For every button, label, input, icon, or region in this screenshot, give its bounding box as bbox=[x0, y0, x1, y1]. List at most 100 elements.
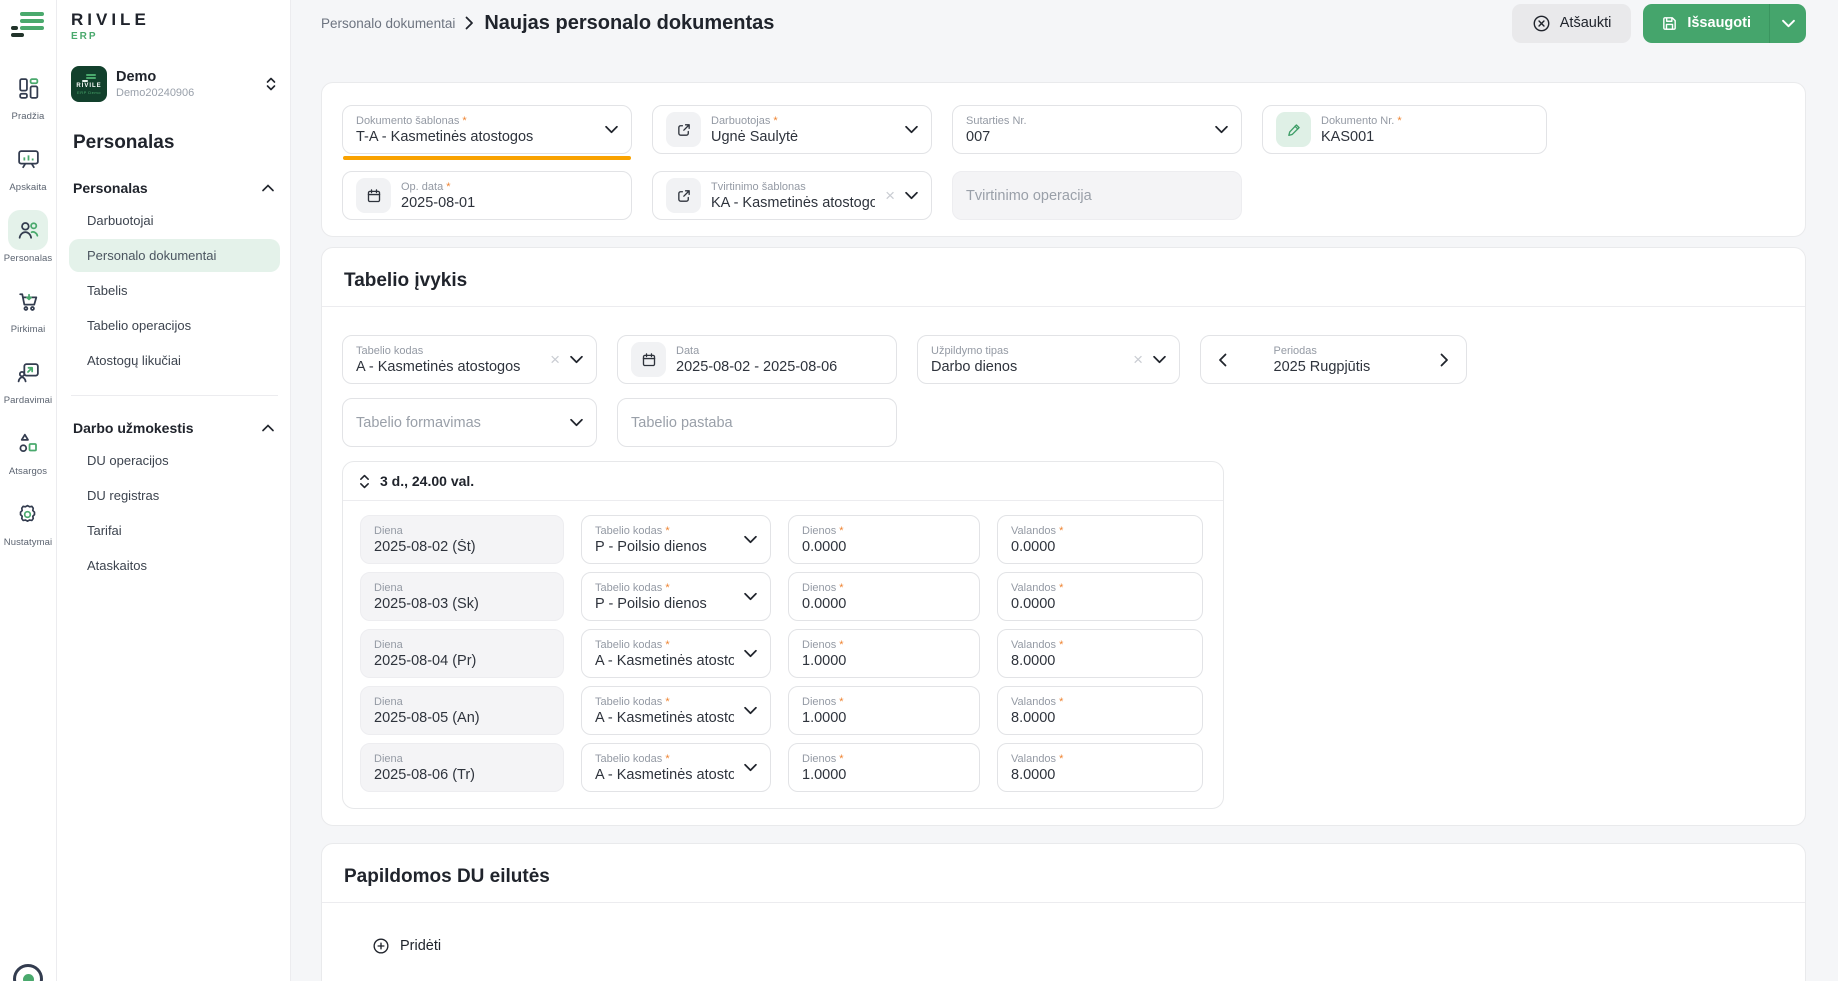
sidebar-item-personalo-dokumentai[interactable]: Personalo dokumentai bbox=[69, 239, 280, 272]
valandos-input[interactable]: Valandos8.0000 bbox=[997, 629, 1203, 678]
external-link-icon[interactable] bbox=[666, 112, 701, 147]
chevron-down-icon[interactable] bbox=[1153, 355, 1166, 364]
dienos-input[interactable]: Dienos0.0000 bbox=[788, 515, 980, 564]
chevron-down-icon[interactable] bbox=[1215, 125, 1228, 134]
table-row: Diena2025-08-04 (Pr) Tabelio kodasA - Ka… bbox=[360, 629, 1206, 678]
add-du-row-button[interactable]: Pridėti bbox=[372, 937, 441, 955]
brand-sub: ERP bbox=[71, 31, 280, 42]
table-row: Diena2025-08-06 (Tr) Tabelio kodasA - Ka… bbox=[360, 743, 1206, 792]
data-range-datepicker[interactable]: Data 2025-08-02 - 2025-08-06 bbox=[617, 335, 897, 384]
tabelio-kodas-select[interactable]: Tabelio kodasA - Kasmetinės atostogos bbox=[581, 629, 771, 678]
save-options-button[interactable] bbox=[1769, 4, 1806, 43]
divider bbox=[322, 306, 1805, 307]
rail-item-nustatymai[interactable]: Nustatymai bbox=[4, 494, 53, 548]
sidebar-item-atostogu-likuciai[interactable]: Atostogų likučiai bbox=[69, 344, 280, 377]
help-button[interactable] bbox=[13, 964, 43, 981]
chevron-down-icon[interactable] bbox=[744, 706, 757, 715]
chevron-down-icon[interactable] bbox=[905, 191, 918, 200]
rail-item-pirkimai[interactable]: Pirkimai bbox=[8, 281, 48, 335]
tabelio-ivykis-card: Tabelio įvykis Tabelio kodas A - Kasmeti… bbox=[321, 247, 1806, 826]
workspace-logo: RIVILE ERP Demo bbox=[71, 66, 107, 102]
chevron-down-icon[interactable] bbox=[744, 535, 757, 544]
sidebar-item-darbuotojai[interactable]: Darbuotojai bbox=[69, 204, 280, 237]
chevron-down-icon[interactable] bbox=[570, 418, 583, 427]
valandos-input[interactable]: Valandos0.0000 bbox=[997, 515, 1203, 564]
workspace-switcher[interactable]: RIVILE ERP Demo Demo Demo20240906 bbox=[69, 62, 280, 106]
chevron-down-icon[interactable] bbox=[905, 125, 918, 134]
tabelio-pastaba-input[interactable]: Tabelio pastaba bbox=[617, 398, 897, 447]
expand-icon bbox=[264, 76, 278, 92]
uzpildymo-tipas-select[interactable]: Užpildymo tipas Darbo dienos × bbox=[917, 335, 1180, 384]
rail-item-atsargos[interactable]: Atsargos bbox=[8, 423, 48, 477]
brand-name: RIVILE bbox=[71, 10, 280, 30]
brand-wordmark: RIVILE ERP bbox=[69, 8, 280, 48]
diena-field: Diena2025-08-04 (Pr) bbox=[360, 629, 564, 678]
tabelio-kodas-select[interactable]: Tabelio kodasP - Poilsio dienos bbox=[581, 572, 771, 621]
rail-label: Pirkimai bbox=[11, 324, 46, 335]
chevron-down-icon[interactable] bbox=[744, 649, 757, 658]
dienos-input[interactable]: Dienos1.0000 bbox=[788, 629, 980, 678]
workspace-name: Demo bbox=[116, 69, 255, 85]
divider bbox=[322, 902, 1805, 903]
dokumento-sablonas-select[interactable]: Dokumento šablonas T-A - Kasmetinės atos… bbox=[342, 105, 632, 154]
op-data-datepicker[interactable]: Op. data 2025-08-01 bbox=[342, 171, 632, 220]
sidebar-item-tarifai[interactable]: Tarifai bbox=[69, 514, 280, 547]
sidebar-item-tabelio-operacijos[interactable]: Tabelio operacijos bbox=[69, 309, 280, 342]
chevron-down-icon[interactable] bbox=[744, 592, 757, 601]
sidebar-item-du-registras[interactable]: DU registras bbox=[69, 479, 280, 512]
section-title: Papildomos DU eilutės bbox=[342, 860, 1785, 902]
rail-label: Atsargos bbox=[9, 466, 47, 477]
dienos-input[interactable]: Dienos0.0000 bbox=[788, 572, 980, 621]
dienos-input[interactable]: Dienos1.0000 bbox=[788, 743, 980, 792]
tabelio-kodas-select[interactable]: Tabelio kodas A - Kasmetinės atostogos × bbox=[342, 335, 597, 384]
valandos-input[interactable]: Valandos8.0000 bbox=[997, 743, 1203, 792]
pencil-icon[interactable] bbox=[1276, 112, 1311, 147]
rail-item-pradzia[interactable]: Pradžia bbox=[8, 68, 48, 122]
sort-icon[interactable] bbox=[359, 474, 370, 489]
save-button[interactable]: Išsaugoti bbox=[1643, 4, 1769, 43]
plus-circle-icon bbox=[372, 937, 390, 955]
tabelio-kodas-select[interactable]: Tabelio kodasA - Kasmetinės atostogos bbox=[581, 743, 771, 792]
sales-icon bbox=[8, 352, 48, 392]
tabelio-kodas-select[interactable]: Tabelio kodasP - Poilsio dienos bbox=[581, 515, 771, 564]
cancel-button[interactable]: Atšaukti bbox=[1512, 4, 1632, 43]
sidebar-item-tabelis[interactable]: Tabelis bbox=[69, 274, 280, 307]
rail-item-pardavimai[interactable]: Pardavimai bbox=[4, 352, 53, 406]
document-header-card: Dokumento šablonas T-A - Kasmetinės atos… bbox=[321, 82, 1806, 237]
valandos-input[interactable]: Valandos0.0000 bbox=[997, 572, 1203, 621]
sidebar-item-du-operacijos[interactable]: DU operacijos bbox=[69, 444, 280, 477]
chevron-right-icon bbox=[465, 16, 474, 30]
sutarties-nr-select[interactable]: Sutarties Nr. 007 bbox=[952, 105, 1242, 154]
external-link-icon[interactable] bbox=[666, 178, 701, 213]
clear-icon[interactable]: × bbox=[1133, 351, 1143, 368]
chevron-down-icon[interactable] bbox=[744, 763, 757, 772]
sidebar: RIVILE ERP RIVILE ERP Demo Demo Demo2024… bbox=[57, 0, 291, 981]
tabelio-kodas-select[interactable]: Tabelio kodasA - Kasmetinės atostogos bbox=[581, 686, 771, 735]
tvirtinimo-sablonas-select[interactable]: Tvirtinimo šablonas KA - Kasmetinės atos… bbox=[652, 171, 932, 220]
clear-icon[interactable]: × bbox=[885, 187, 895, 204]
dokumento-nr-input[interactable]: Dokumento Nr. KAS001 bbox=[1262, 105, 1547, 154]
accounting-icon bbox=[8, 139, 48, 179]
rail-item-personalas[interactable]: Personalas bbox=[4, 210, 53, 264]
section-darbo-uzmokestis[interactable]: Darbo užmokestis bbox=[69, 414, 280, 442]
calendar-icon[interactable] bbox=[631, 342, 666, 377]
sidebar-item-ataskaitos[interactable]: Ataskaitos bbox=[69, 549, 280, 582]
rail-item-apskaita[interactable]: Apskaita bbox=[8, 139, 48, 193]
tabelio-formavimas-select[interactable]: Tabelio formavimas bbox=[342, 398, 597, 447]
diena-field: Diena2025-08-05 (An) bbox=[360, 686, 564, 735]
valandos-input[interactable]: Valandos8.0000 bbox=[997, 686, 1203, 735]
dienos-input[interactable]: Dienos1.0000 bbox=[788, 686, 980, 735]
cart-icon bbox=[8, 281, 48, 321]
section-personalas[interactable]: Personalas bbox=[69, 174, 280, 202]
next-period-button[interactable] bbox=[1436, 349, 1453, 371]
section-title: Tabelio įvykis bbox=[342, 264, 1785, 306]
clear-icon[interactable]: × bbox=[550, 351, 560, 368]
chevron-down-icon[interactable] bbox=[605, 125, 618, 134]
save-icon bbox=[1661, 15, 1678, 32]
breadcrumb-parent[interactable]: Personalo dokumentai bbox=[321, 16, 455, 31]
darbuotojas-select[interactable]: Darbuotojas Ugnė Saulytė bbox=[652, 105, 932, 154]
rail-label: Apskaita bbox=[9, 182, 46, 193]
calendar-icon[interactable] bbox=[356, 178, 391, 213]
chevron-down-icon[interactable] bbox=[570, 355, 583, 364]
previous-period-button[interactable] bbox=[1214, 349, 1231, 371]
